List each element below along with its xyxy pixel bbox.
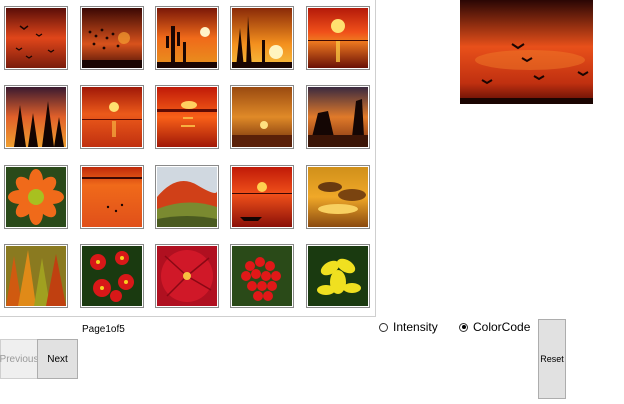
thumbnail-birds-over-water[interactable]: [80, 165, 144, 229]
red-hills-landscape-image: [157, 167, 217, 227]
ocean-sunset-image: [308, 8, 368, 68]
reset-button[interactable]: Reset: [538, 319, 566, 399]
red-hibiscus-image: [157, 246, 217, 306]
thumbnail-red-berries[interactable]: [230, 244, 294, 308]
colorcode-label: ColorCode: [473, 320, 531, 334]
golden-clouds-image: [308, 167, 368, 227]
thumbnail-yellow-flowers[interactable]: [306, 244, 370, 308]
thumbnail-ocean-sunset[interactable]: [306, 6, 370, 70]
thumbnail-sea-stacks-sunset[interactable]: [306, 85, 370, 149]
autumn-trees-image: [6, 246, 66, 306]
hazy-sunset-image: [232, 87, 292, 147]
thumbnail-cactus-sunset[interactable]: [155, 6, 219, 70]
sea-stacks-sunset-image: [308, 87, 368, 147]
thumbnail-flock-of-birds[interactable]: [80, 6, 144, 70]
birds-at-sunset-image: [6, 8, 66, 68]
thumbnail-boat-at-sunset[interactable]: [230, 165, 294, 229]
pine-trees-silhouette-image: [6, 87, 66, 147]
boat-at-sunset-image: [232, 167, 292, 227]
next-button[interactable]: Next: [37, 339, 78, 379]
thumbnail-pine-trees-silhouette[interactable]: [4, 85, 68, 149]
thumbnail-orange-flower[interactable]: [4, 165, 68, 229]
red-sky-sunset-image: [157, 87, 217, 147]
red-berries-image: [232, 246, 292, 306]
page-indicator: Page1of5: [82, 324, 125, 335]
thumbnail-hazy-sunset[interactable]: [230, 85, 294, 149]
previous-button[interactable]: Previous: [0, 339, 38, 379]
orange-flower-image: [6, 167, 66, 227]
red-flowers-image: [82, 246, 142, 306]
thumbnail-golden-clouds[interactable]: [306, 165, 370, 229]
yellow-flowers-image: [308, 246, 368, 306]
thumbnail-birds-at-sunset[interactable]: [4, 6, 68, 70]
intensity-radio[interactable]: [379, 322, 388, 332]
intensity-option[interactable]: Intensity: [379, 319, 438, 335]
birds-over-water-image: [82, 167, 142, 227]
thumbnail-red-flowers[interactable]: [80, 244, 144, 308]
birds-at-sunset-preview-image: [460, 0, 593, 104]
sun-over-sea-image: [82, 87, 142, 147]
selected-image-preview: [460, 0, 593, 104]
thumbnail-desert-plants-sunset[interactable]: [230, 6, 294, 70]
desert-plants-sunset-image: [232, 8, 292, 68]
colorcode-option[interactable]: ColorCode: [459, 319, 530, 335]
colorcode-radio[interactable]: [459, 322, 468, 332]
intensity-label: Intensity: [393, 320, 438, 334]
cactus-sunset-image: [157, 8, 217, 68]
image-gallery: [0, 0, 376, 317]
flock-of-birds-image: [82, 8, 142, 68]
thumbnail-red-hibiscus[interactable]: [155, 244, 219, 308]
thumbnail-red-sky-sunset[interactable]: [155, 85, 219, 149]
thumbnail-autumn-trees[interactable]: [4, 244, 68, 308]
thumbnail-red-hills-landscape[interactable]: [155, 165, 219, 229]
thumbnail-sun-over-sea[interactable]: [80, 85, 144, 149]
